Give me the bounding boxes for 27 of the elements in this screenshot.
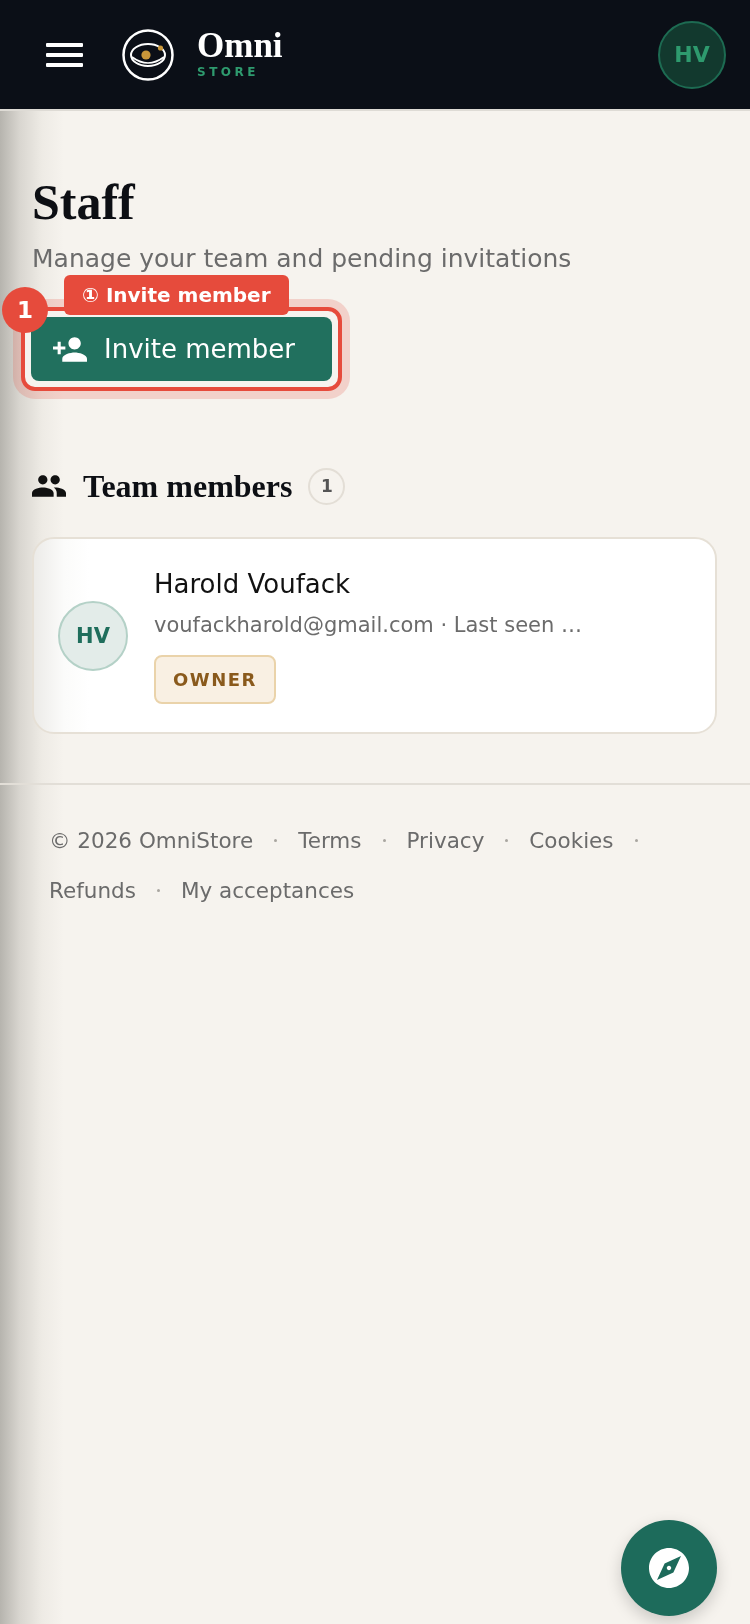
- compass-icon: [649, 1548, 689, 1588]
- section-title: Team members: [83, 467, 293, 506]
- menu-icon: [46, 42, 83, 67]
- person-add-icon: [53, 336, 87, 362]
- member-name: Harold Voufack: [154, 568, 352, 601]
- member-details: voufackharold@gmail.com · Last seen …: [154, 612, 582, 639]
- role-badge: OWNER: [154, 655, 276, 704]
- user-avatar[interactable]: HV: [658, 20, 726, 89]
- brand-tagline: STORE: [197, 65, 260, 79]
- page-title: Staff: [32, 174, 136, 230]
- member-count: 1: [308, 467, 346, 505]
- explore-button[interactable]: [621, 1520, 717, 1616]
- menu-button[interactable]: [46, 42, 83, 67]
- footer-link[interactable]: Terms: [298, 827, 362, 853]
- copyright-text: © 2026 OmniStore: [49, 827, 254, 853]
- footer-link[interactable]: My acceptances: [180, 877, 355, 903]
- footer-link[interactable]: Privacy: [406, 827, 485, 853]
- footer-link[interactable]: Refunds: [49, 877, 136, 903]
- annotation-number-badge: 1: [2, 287, 48, 333]
- footer-link[interactable]: Cookies: [529, 827, 614, 853]
- invite-member-button[interactable]: Invite member: [31, 317, 332, 381]
- brand-name: Omni: [197, 28, 283, 64]
- page-subtitle: Manage your team and pending invitations: [32, 244, 573, 274]
- logo-icon: [122, 28, 174, 81]
- people-icon: [32, 475, 66, 497]
- member-avatar: HV: [58, 600, 128, 671]
- annotation-label: ① Invite member: [64, 275, 289, 315]
